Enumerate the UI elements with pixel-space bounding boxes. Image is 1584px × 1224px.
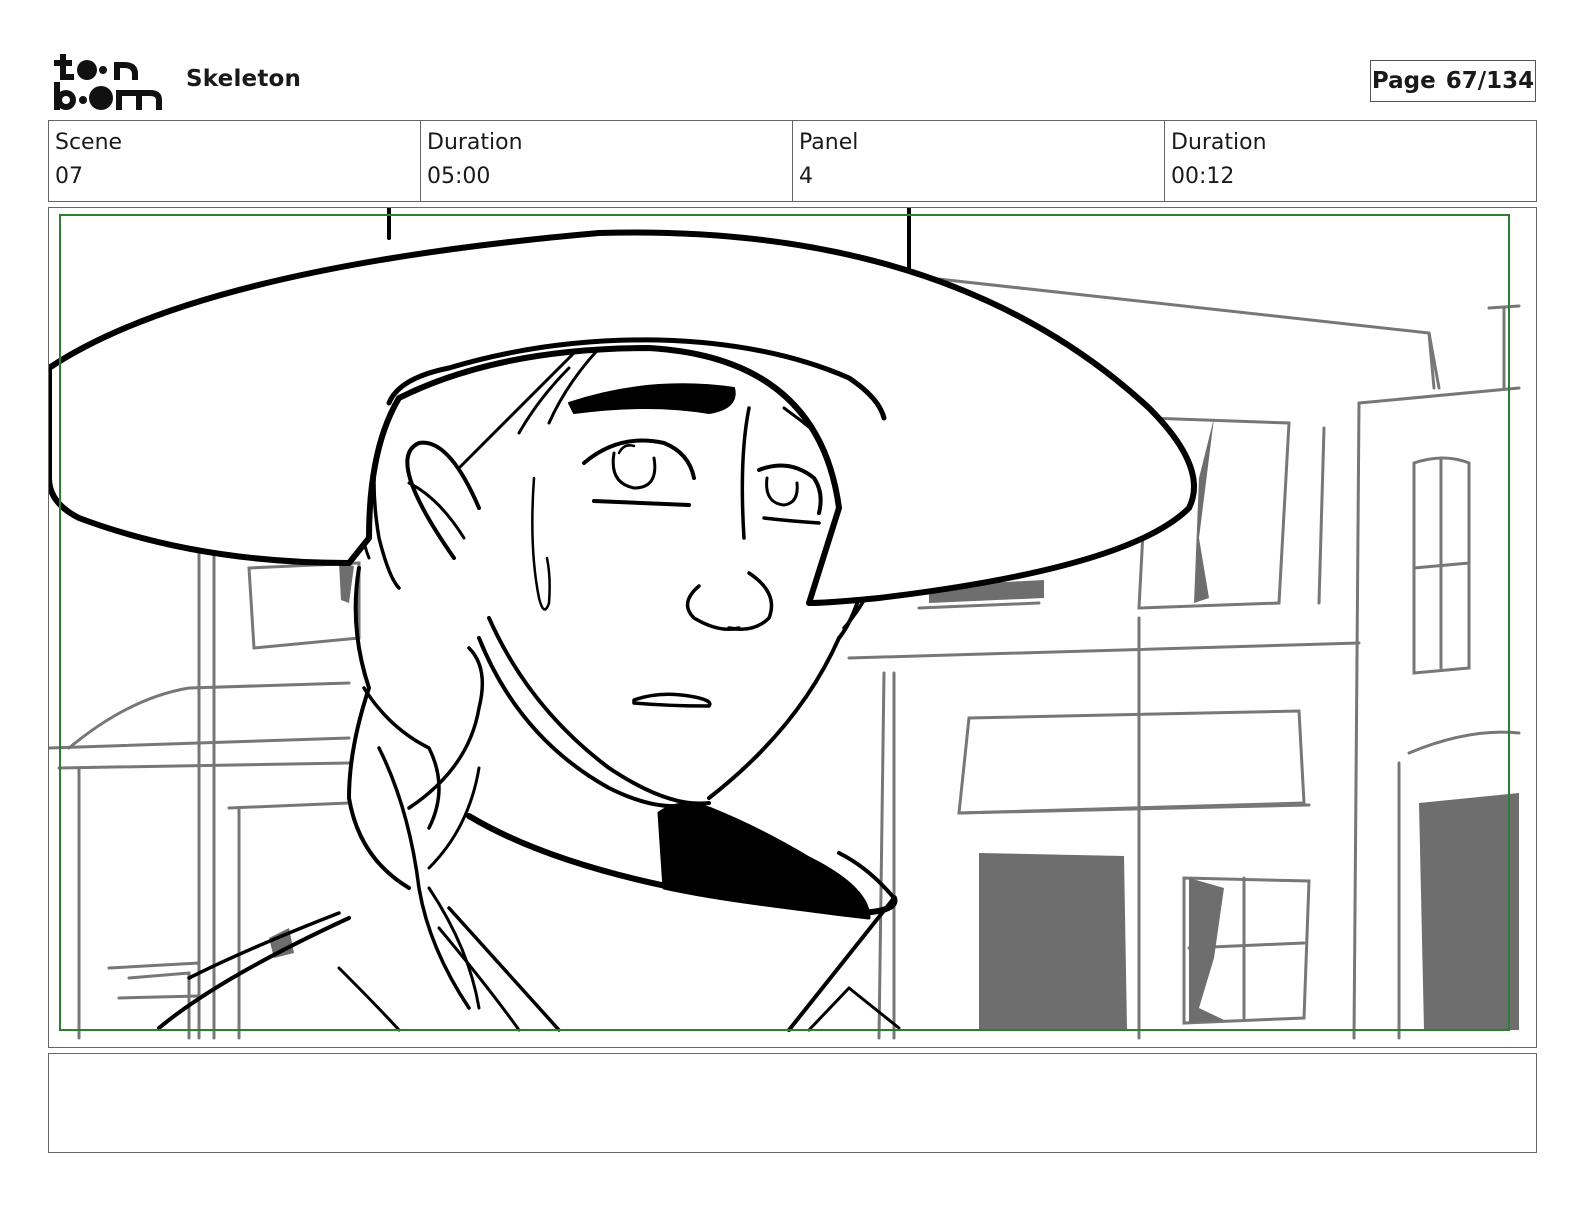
scene-duration-value: 05:00 [427,164,491,189]
scene-info-table: Scene 07 Duration 05:00 Panel 4 Duration… [48,120,1537,202]
panel-duration-label: Duration [1171,130,1267,155]
scene-value: 07 [55,164,83,189]
panel-cell: Panel 4 [793,121,1165,201]
panel-duration-value: 00:12 [1171,164,1235,189]
page-number: 67/134 [1445,68,1535,94]
scene-duration-label: Duration [427,130,523,155]
toon-boom-logo [54,54,162,110]
page-label: Page [1371,68,1436,94]
scene-label: Scene [55,130,123,155]
page-indicator: Page 67/134 [1370,60,1536,102]
panel-drawing [49,208,1521,1040]
scene-cell: Scene 07 [49,121,421,201]
scene-duration-cell: Duration 05:00 [421,121,793,201]
panel-duration-cell: Duration 00:12 [1165,121,1536,201]
storyboard-panel [48,207,1537,1048]
project-title: Skeleton [186,66,302,92]
panel-notes-box [48,1053,1537,1153]
panel-label: Panel [799,130,859,155]
panel-value: 4 [799,164,813,189]
